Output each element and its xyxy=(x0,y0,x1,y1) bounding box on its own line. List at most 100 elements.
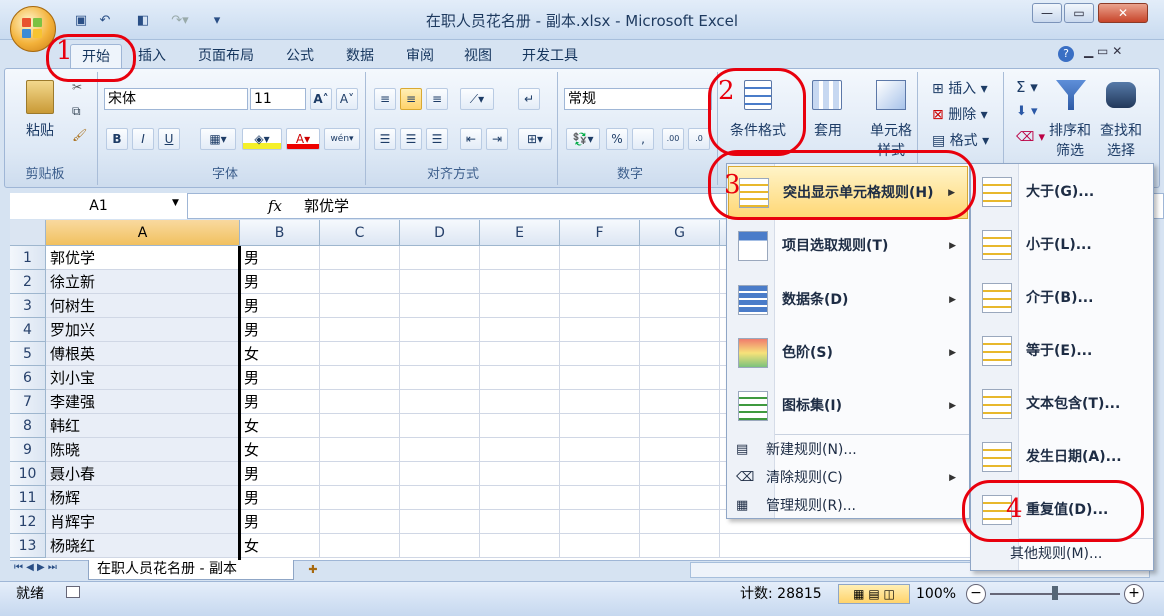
submenu-item[interactable]: 重复值(D)... xyxy=(972,484,1152,537)
cell-empty[interactable] xyxy=(480,246,560,270)
cell-b[interactable]: 男 xyxy=(240,318,320,342)
cell-styles-label-2[interactable]: 样式 xyxy=(862,140,920,160)
menu-icon-sets[interactable]: 图标集(I) ▶ xyxy=(728,380,968,433)
cell-b[interactable]: 男 xyxy=(240,462,320,486)
submenu-item[interactable]: 介于(B)... xyxy=(972,272,1152,325)
col-header-b[interactable]: B xyxy=(240,220,320,246)
cell-empty[interactable] xyxy=(560,366,640,390)
zoom-level[interactable]: 100% xyxy=(916,585,956,603)
align-middle-button[interactable]: ≡ xyxy=(400,88,422,110)
row-header[interactable]: 4 xyxy=(10,318,46,342)
row-header[interactable]: 11 xyxy=(10,486,46,510)
cell-b[interactable]: 男 xyxy=(240,246,320,270)
cell-empty[interactable] xyxy=(480,414,560,438)
insert-function-button[interactable]: fx xyxy=(268,193,282,219)
menu-top-bottom-rules[interactable]: 项目选取规则(T) ▶ xyxy=(728,220,968,273)
col-header-f[interactable]: F xyxy=(560,220,640,246)
cell-empty[interactable] xyxy=(480,438,560,462)
cell-empty[interactable] xyxy=(400,342,480,366)
zoom-out-button[interactable]: − xyxy=(966,584,986,604)
cell-empty[interactable] xyxy=(320,318,400,342)
format-painter-icon[interactable]: 🖌 xyxy=(72,128,87,142)
font-size-combo[interactable]: 11 xyxy=(250,88,306,110)
zoom-slider-thumb[interactable] xyxy=(1052,586,1058,600)
col-header-a[interactable]: A xyxy=(46,220,240,246)
comma-button[interactable]: , xyxy=(632,128,654,150)
cell-empty[interactable] xyxy=(480,294,560,318)
cell-empty[interactable] xyxy=(320,366,400,390)
cell-empty[interactable] xyxy=(560,270,640,294)
row-header[interactable]: 5 xyxy=(10,342,46,366)
cell-empty[interactable] xyxy=(480,366,560,390)
row-header[interactable]: 10 xyxy=(10,462,46,486)
cell-empty[interactable] xyxy=(560,342,640,366)
cell-empty[interactable] xyxy=(400,486,480,510)
align-bottom-button[interactable]: ≡ xyxy=(426,88,448,110)
cell-empty[interactable] xyxy=(640,462,720,486)
cell-empty[interactable] xyxy=(640,486,720,510)
autosum-icon[interactable]: Σ ▾ xyxy=(1016,78,1038,96)
table-format-icon[interactable] xyxy=(812,80,842,110)
copy-icon[interactable]: ⧉ xyxy=(72,104,81,119)
tab-formulas[interactable]: 公式 xyxy=(284,44,316,68)
cell-empty[interactable] xyxy=(400,366,480,390)
cell-empty[interactable] xyxy=(480,390,560,414)
insert-sheet-icon[interactable]: ✚ xyxy=(298,561,328,579)
cell-empty[interactable] xyxy=(560,486,640,510)
submenu-item[interactable]: 等于(E)... xyxy=(972,325,1152,378)
macro-record-icon[interactable] xyxy=(66,586,80,598)
cut-icon[interactable]: ✂ xyxy=(72,80,82,94)
conditional-format-button[interactable]: 条件格式 xyxy=(722,120,794,140)
menu-new-rule[interactable]: ▤ 新建规则(N)... xyxy=(728,436,968,464)
cell-empty[interactable] xyxy=(640,534,720,558)
sort-filter-label-1[interactable]: 排序和 xyxy=(1046,120,1094,140)
cell-empty[interactable] xyxy=(400,510,480,534)
cell-empty[interactable] xyxy=(480,342,560,366)
font-color-button[interactable]: A▾ xyxy=(286,128,320,150)
formula-input[interactable]: 郭优学 xyxy=(304,193,349,219)
fill-color-button[interactable]: ◈▾ xyxy=(242,128,282,150)
cell-empty[interactable] xyxy=(400,270,480,294)
row-header[interactable]: 12 xyxy=(10,510,46,534)
sheet-tab-active[interactable]: 在职人员花名册 - 副本 xyxy=(88,560,294,580)
cell-b[interactable]: 女 xyxy=(240,438,320,462)
cell-empty[interactable] xyxy=(640,510,720,534)
cell-styles-icon[interactable] xyxy=(876,80,906,110)
cell-a[interactable]: 傅根英 xyxy=(46,342,240,366)
sort-filter-label-2[interactable]: 筛选 xyxy=(1046,140,1094,160)
align-left-button[interactable]: ☰ xyxy=(374,128,396,150)
cell-empty[interactable] xyxy=(320,270,400,294)
cell-b[interactable]: 女 xyxy=(240,342,320,366)
tab-review[interactable]: 审阅 xyxy=(404,44,436,68)
font-name-combo[interactable]: 宋体 xyxy=(104,88,248,110)
italic-button[interactable]: I xyxy=(132,128,154,150)
binoculars-icon[interactable] xyxy=(1106,82,1136,108)
maximize-button[interactable]: ▭ xyxy=(1064,3,1094,23)
tab-data[interactable]: 数据 xyxy=(344,44,376,68)
tab-insert[interactable]: 插入 xyxy=(136,44,168,68)
cell-empty[interactable] xyxy=(560,294,640,318)
cell-empty[interactable] xyxy=(640,318,720,342)
row-header[interactable]: 7 xyxy=(10,390,46,414)
orientation-button[interactable]: ⟋▾ xyxy=(460,88,494,110)
col-header-c[interactable]: C xyxy=(320,220,400,246)
sheet-nav-arrows[interactable]: ⏮ ◀ ▶ ⏭ xyxy=(14,562,57,573)
cell-empty[interactable] xyxy=(560,390,640,414)
col-header-g[interactable]: G xyxy=(640,220,720,246)
row-header[interactable]: 8 xyxy=(10,414,46,438)
cell-empty[interactable] xyxy=(400,318,480,342)
align-right-button[interactable]: ☰ xyxy=(426,128,448,150)
col-header-e[interactable]: E xyxy=(480,220,560,246)
row-header[interactable]: 6 xyxy=(10,366,46,390)
cell-a[interactable]: 陈晓 xyxy=(46,438,240,462)
cell-b[interactable]: 男 xyxy=(240,294,320,318)
cell-a[interactable]: 罗加兴 xyxy=(46,318,240,342)
submenu-item[interactable]: 文本包含(T)... xyxy=(972,378,1152,431)
submenu-item[interactable]: 大于(G)... xyxy=(972,166,1152,219)
cell-empty[interactable] xyxy=(320,510,400,534)
office-button[interactable] xyxy=(10,6,56,52)
cell-empty[interactable] xyxy=(320,246,400,270)
submenu-item[interactable]: 小于(L)... xyxy=(972,219,1152,272)
cell-a[interactable]: 杨辉 xyxy=(46,486,240,510)
cell-empty[interactable] xyxy=(320,294,400,318)
